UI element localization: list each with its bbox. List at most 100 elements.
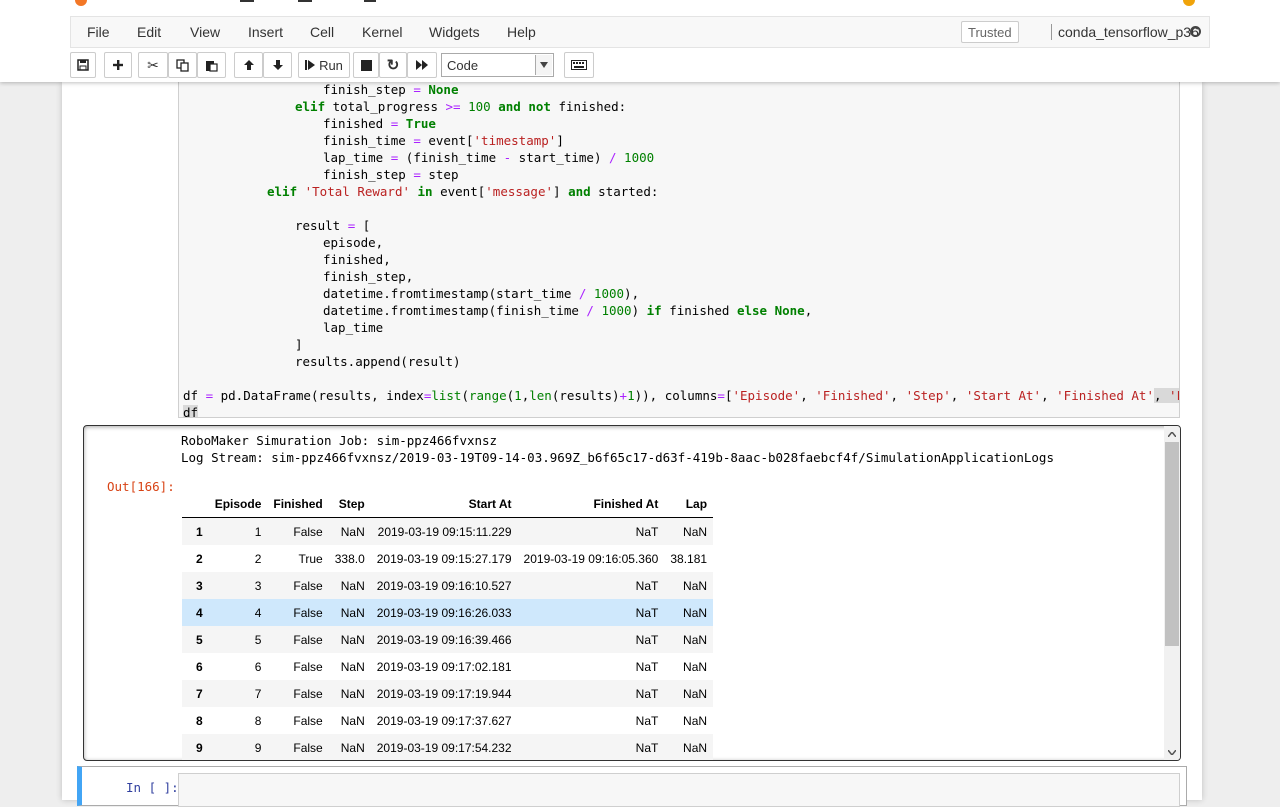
table-cell: False <box>293 578 323 593</box>
code-token: lap_time <box>323 150 391 165</box>
menu-edit[interactable]: Edit <box>137 24 161 40</box>
code-token: finished <box>323 116 391 131</box>
table-row: 2 2 True 338.0 2019-03-19 09:15:27.179 2019-0… <box>182 545 713 572</box>
code-token: ] <box>295 337 303 352</box>
code-token: >= <box>445 99 461 114</box>
code-token: None <box>767 303 805 318</box>
table-cell: NaN <box>340 686 365 701</box>
menu-cell[interactable]: Cell <box>310 24 334 40</box>
code-token: , <box>950 388 966 403</box>
stream-output-line: RoboMaker Simuration Job: sim-ppz466fvxn… <box>181 433 498 448</box>
code-token: / <box>609 150 617 165</box>
restart-run-all-button[interactable] <box>407 52 437 78</box>
row-index: 5 <box>196 632 203 647</box>
cell-input[interactable] <box>178 773 1180 807</box>
table-cell: NaT <box>635 605 659 620</box>
table-cell: NaN <box>340 740 365 755</box>
code-token: started: <box>590 184 659 199</box>
run-button[interactable]: Run <box>298 52 350 78</box>
menu-insert[interactable]: Insert <box>248 24 283 40</box>
table-cell: 38.181 <box>670 551 708 566</box>
code-token: 'message' <box>485 184 553 199</box>
code-token: = <box>413 82 421 97</box>
code-token: event[ <box>432 184 486 199</box>
code-token: start_time) <box>511 150 609 165</box>
table-cell: NaT <box>635 659 659 674</box>
code-token: finished <box>661 303 737 318</box>
row-index: 9 <box>196 740 203 755</box>
table-cell: 1 <box>254 524 262 539</box>
command-palette-button[interactable] <box>564 52 594 78</box>
scroll-down-icon[interactable] <box>1164 744 1180 760</box>
insert-cell-button[interactable] <box>104 52 132 78</box>
code-token: pd.DataFrame(results, index <box>213 388 424 403</box>
code-token: [ <box>355 218 371 233</box>
table-cell: False <box>293 632 323 647</box>
table-cell: 4 <box>254 605 262 620</box>
dataframe-table: Episode Finished Step Start At Finished … <box>182 490 714 760</box>
code-token: ] <box>553 184 569 199</box>
table-cell: 2019-03-19 09:17:37.627 <box>376 713 512 728</box>
code-token: (finish_time <box>398 150 504 165</box>
menu-widgets[interactable]: Widgets <box>429 24 480 40</box>
code-token: finish_time <box>323 133 414 148</box>
move-down-button[interactable] <box>263 52 292 78</box>
code-editor[interactable]: finish_step = None elif total_progress >=… <box>178 82 1180 418</box>
table-cell: NaN <box>340 578 365 593</box>
input-prompt: In [ ]: <box>126 780 179 795</box>
scrollbar-thumb[interactable] <box>1165 442 1179 646</box>
table-row: 4 4 False NaN 2019-03-19 09:16:26.033 NaT NaN <box>182 599 714 626</box>
code-token: 1 <box>627 388 635 403</box>
copy-button[interactable] <box>168 52 197 78</box>
stop-icon <box>360 59 372 71</box>
column-header: Finished At <box>517 490 665 518</box>
code-token: = <box>413 167 421 182</box>
trusted-indicator[interactable]: Trusted <box>961 21 1019 43</box>
restart-button[interactable]: ↻ <box>379 52 407 78</box>
cell-type-select[interactable]: Code <box>441 53 554 77</box>
table-cell: 2019-03-19 09:16:05.360 <box>523 551 659 566</box>
table-cell: NaN <box>683 578 708 593</box>
save-button[interactable] <box>70 52 96 78</box>
cut-button[interactable]: ✂ <box>138 52 168 78</box>
menu-help[interactable]: Help <box>507 24 536 40</box>
code-line: elif 'Total Reward' in event['message'] … <box>267 183 658 200</box>
move-up-button[interactable] <box>234 52 263 78</box>
interrupt-button[interactable] <box>353 52 379 78</box>
kernel-idle-icon <box>1190 26 1201 37</box>
table-cell: NaN <box>340 605 365 620</box>
output-scrollbar[interactable] <box>1164 426 1180 760</box>
copy-icon <box>176 58 189 72</box>
floppy-icon <box>77 59 89 71</box>
table-row: 9 9 False NaN 2019-03-19 09:17:54.232 NaT NaN <box>182 734 714 760</box>
menu-view[interactable]: View <box>190 24 220 40</box>
code-line: lap_time <box>323 319 383 336</box>
table-cell: NaN <box>683 740 708 755</box>
table-cell: 2 <box>254 551 262 566</box>
code-token: len <box>529 388 552 403</box>
code-token: 100 <box>460 99 491 114</box>
code-token: lap_time <box>323 320 384 335</box>
empty-code-cell[interactable]: In [ ]: <box>77 766 1187 807</box>
table-cell: NaT <box>635 524 659 539</box>
menu-file[interactable]: File <box>87 24 110 40</box>
table-cell: NaT <box>635 632 659 647</box>
code-token: , <box>804 303 813 318</box>
scroll-up-icon[interactable] <box>1164 426 1180 442</box>
refresh-icon: ↻ <box>386 57 400 74</box>
menu-kernel[interactable]: Kernel <box>362 24 402 40</box>
code-token: finished, <box>323 252 391 267</box>
paste-button[interactable] <box>197 52 226 78</box>
code-token: df <box>183 388 206 403</box>
code-token: , <box>890 388 906 403</box>
row-index: 6 <box>196 659 203 674</box>
table-cell: 2019-03-19 09:15:27.179 <box>376 551 512 566</box>
code-line: result = [ <box>295 217 370 234</box>
kernel-name[interactable]: conda_tensorflow_p36 <box>1051 24 1199 40</box>
code-token: / <box>586 303 594 318</box>
table-cell: 2019-03-19 09:15:11.229 <box>377 524 512 539</box>
step-forward-icon <box>305 60 316 70</box>
table-header-row: Episode Finished Step Start At Finished … <box>182 490 714 518</box>
table-cell: NaT <box>635 578 659 593</box>
code-token: ] <box>556 133 564 148</box>
